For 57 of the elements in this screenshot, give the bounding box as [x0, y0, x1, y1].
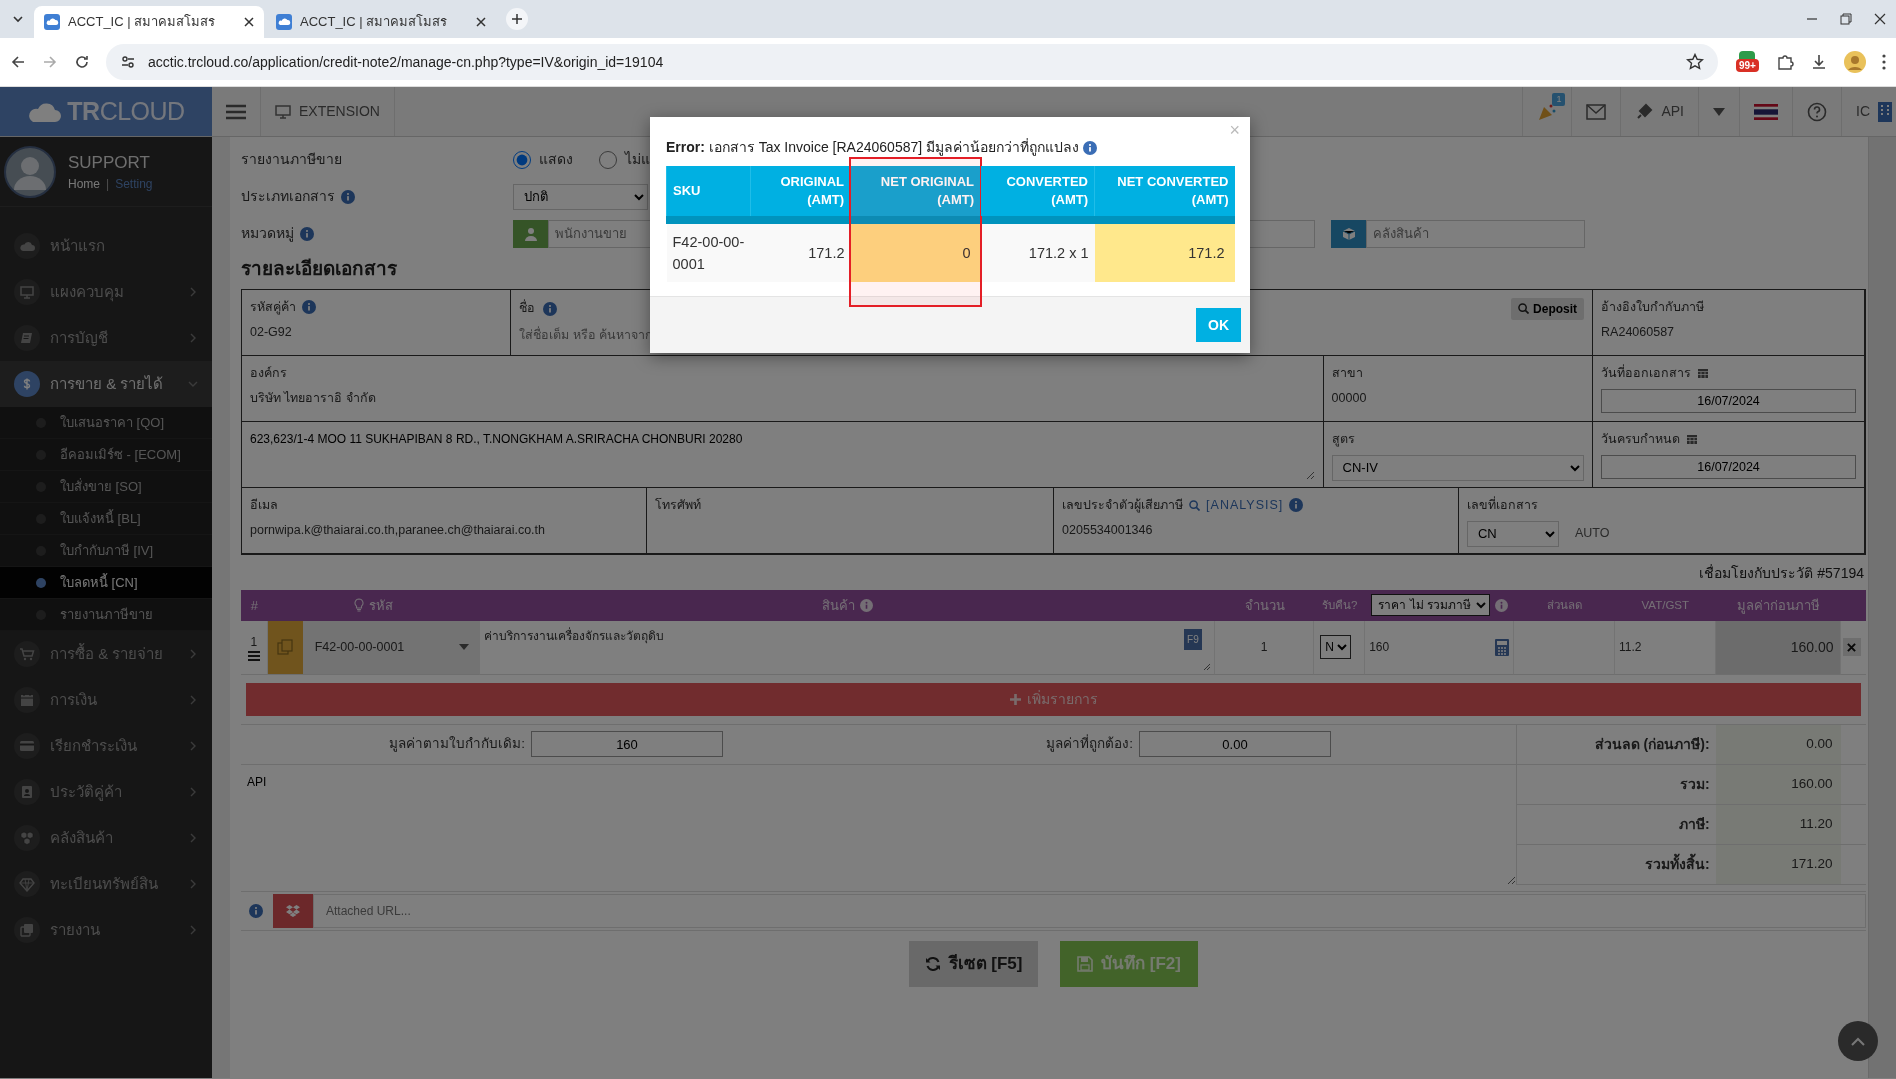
- total-value: 160.00: [1791, 775, 1833, 794]
- radio-label: ไม่แ: [625, 150, 650, 169]
- field-label: ชื่อ: [519, 299, 536, 318]
- shortcut-badge: F9: [1184, 628, 1202, 650]
- field-value: 02-G92: [250, 323, 293, 341]
- field-value: pornwipa.k@thaiarai.co.th,paranee.ch@thaiarai.co.th: [250, 521, 546, 539]
- field-label: หมวดหมู่: [241, 224, 294, 244]
- field-label: มูลค่าตามใบกำกับเดิม:: [388, 735, 526, 754]
- field-label: รายงานภาษีขาย: [241, 150, 343, 169]
- total-value: 171.20: [1791, 855, 1833, 874]
- field-label: เลขที่เอกสาร: [1466, 495, 1538, 514]
- quantity-value: 1: [1260, 639, 1268, 657]
- field-label: อีเมล: [250, 496, 278, 514]
- logo-text: TRCLOUD: [67, 95, 185, 127]
- separator: |: [106, 176, 110, 194]
- field-value: บริษัท ไทยอาราอิ จำกัด: [250, 389, 377, 407]
- row-number: 1: [250, 634, 258, 652]
- column-header: #: [250, 596, 258, 615]
- field-label: โทรศัพท์: [654, 496, 701, 514]
- field-value: 00000: [1331, 389, 1368, 407]
- history-link-note: เชื่อมโยงกับประวัติ #57194: [1699, 564, 1864, 581]
- total-value: 11.20: [1799, 815, 1833, 834]
- field-label: สาขา: [1331, 364, 1363, 382]
- price-value: 160: [1369, 639, 1390, 657]
- user-name: SUPPORT: [68, 151, 151, 174]
- total-value: 0.00: [1806, 735, 1833, 754]
- field-label: วันครบกำหนด: [1601, 430, 1681, 448]
- field-value: 0205534001346: [1062, 521, 1154, 539]
- notification-badge: 1: [1552, 92, 1566, 106]
- field-label: องค์กร: [250, 364, 287, 382]
- column-header: VAT/GST: [1641, 597, 1690, 613]
- total-label: รวมทั้งสิ้น:: [1644, 853, 1710, 874]
- column-header: ส่วนลด: [1547, 597, 1583, 613]
- field-label: สูตร: [1331, 430, 1355, 449]
- section-title: รายละเอียดเอกสาร: [241, 258, 397, 281]
- field-label: ประเภทเอกสาร: [241, 187, 335, 206]
- dialog-title: Error: เอกสาร Tax Invoice [RA24060587] มีมูลค่าน้อยกว่าที่ถูกแปลง: [666, 139, 1079, 155]
- total-label: ภาษี:: [1678, 814, 1710, 834]
- field-value: RA24060587: [1601, 323, 1676, 341]
- field-label: มูลค่าที่ถูกต้อง:: [1045, 734, 1134, 754]
- column-header: รหัส: [369, 596, 394, 615]
- column-header: จำนวน: [1244, 596, 1285, 615]
- column-header: มูลค่าก่อนภาษี: [1736, 596, 1820, 616]
- total-label: ส่วนลด (ก่อนภาษี):: [1594, 734, 1710, 754]
- column-header: สินค้า: [821, 596, 855, 615]
- total-label: รวม:: [1679, 774, 1710, 794]
- field-label: อ้างอิงใบกำกับภาษี: [1601, 298, 1705, 316]
- field-label: เลขประจำตัวผู้เสียภาษี: [1062, 496, 1184, 515]
- vat-value: 11.2: [1618, 639, 1642, 657]
- radio-label: แสดง: [539, 150, 573, 169]
- auto-label: AUTO: [1574, 525, 1610, 543]
- notification-badge: 99+: [1736, 59, 1759, 72]
- product-description: ค่าบริการงานเครื่องจักรและวัตถุดิบ: [483, 626, 664, 645]
- column-header: รับคืน?: [1322, 597, 1358, 613]
- field-label: รหัสคู่ค้า: [250, 298, 296, 317]
- amount-value: 160.00: [1790, 637, 1834, 657]
- field-label: วันที่ออกเอกสาร: [1601, 363, 1692, 382]
